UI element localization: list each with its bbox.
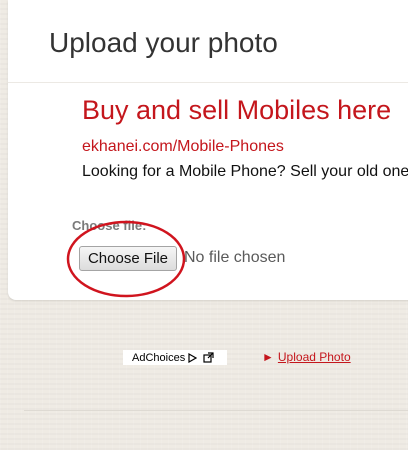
file-status-text: No file chosen	[184, 249, 286, 266]
adchoices-label: AdChoices	[132, 351, 186, 364]
upload-photo-link[interactable]: ► Upload Photo	[262, 350, 351, 364]
ad-url[interactable]: ekhanei.com/Mobile-Phones	[82, 138, 284, 156]
upload-photo-label: Upload Photo	[277, 350, 351, 364]
ad-headline-link[interactable]: Buy and sell Mobiles here	[82, 95, 391, 126]
choose-file-label: Choose file:	[72, 218, 147, 233]
divider	[24, 410, 408, 411]
page-title: Upload your photo	[49, 27, 278, 58]
adchoices-badge[interactable]: AdChoices	[123, 350, 227, 365]
arrow-right-icon: ►	[262, 350, 274, 364]
ad-description: Looking for a Mobile Phone? Sell your ol…	[82, 163, 408, 180]
choose-file-button[interactable]: Choose File	[79, 246, 177, 271]
external-link-icon	[203, 352, 214, 363]
triangle-play-icon	[188, 352, 198, 363]
